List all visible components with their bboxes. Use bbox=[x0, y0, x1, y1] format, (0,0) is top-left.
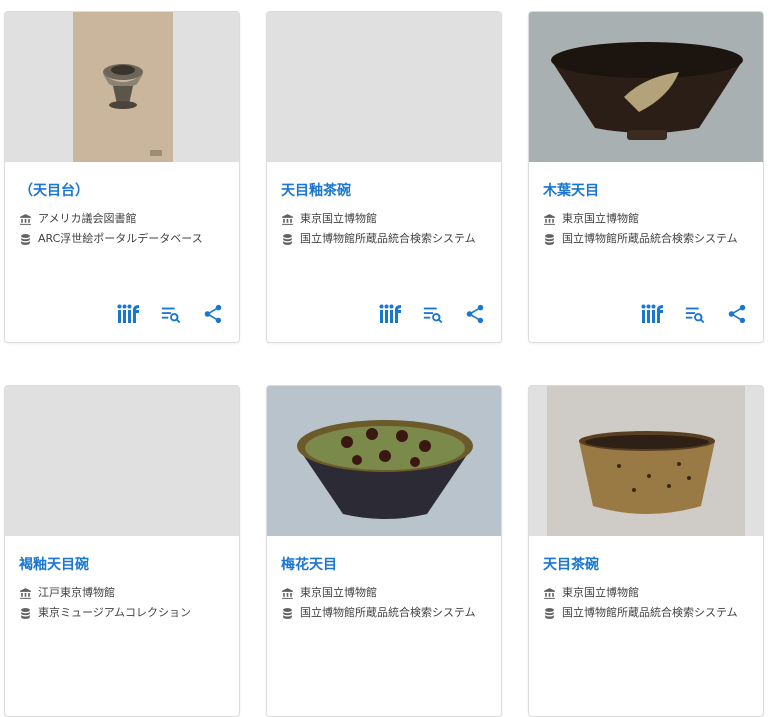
list-search-icon[interactable] bbox=[159, 302, 183, 326]
institution-row: 東京国立博物館 bbox=[281, 584, 491, 602]
card-title[interactable]: 木葉天目 bbox=[543, 180, 599, 200]
database-icon bbox=[281, 604, 295, 622]
database-row: 国立博物館所蔵品統合検索システム bbox=[281, 230, 491, 248]
database-name: 国立博物館所蔵品統合検索システム bbox=[300, 606, 476, 619]
card-actions bbox=[641, 302, 749, 326]
database-row: ARC浮世絵ポータルデータベース bbox=[19, 230, 229, 248]
result-card[interactable]: 天目茶碗 東京国立博物館 国立博物館所蔵品統合検索システム bbox=[528, 385, 764, 717]
card-thumbnail[interactable] bbox=[529, 386, 763, 536]
result-card[interactable]: 天目釉茶碗 東京国立博物館 国立博物館所蔵品統合検索システム bbox=[266, 11, 502, 343]
institution-row: アメリカ議会図書館 bbox=[19, 210, 229, 228]
iiif-icon[interactable] bbox=[379, 302, 403, 326]
result-card[interactable]: 褐釉天目碗 江戸東京博物館 東京ミュージアムコレクション bbox=[4, 385, 240, 717]
tenmoku-chawan-image bbox=[529, 386, 763, 536]
baika-tenmoku-bowl-image bbox=[267, 386, 501, 536]
share-icon[interactable] bbox=[725, 302, 749, 326]
institution-name: 江戸東京博物館 bbox=[38, 586, 115, 599]
card-thumbnail[interactable] bbox=[5, 12, 239, 162]
card-title[interactable]: 褐釉天目碗 bbox=[19, 554, 89, 574]
card-title[interactable]: 天目釉茶碗 bbox=[281, 180, 351, 200]
card-title[interactable]: 梅花天目 bbox=[281, 554, 337, 574]
list-search-icon[interactable] bbox=[683, 302, 707, 326]
tenmokudai-print-image bbox=[5, 12, 239, 162]
database-row: 東京ミュージアムコレクション bbox=[19, 604, 229, 622]
museum-icon bbox=[543, 584, 557, 602]
list-search-icon[interactable] bbox=[421, 302, 445, 326]
museum-icon bbox=[281, 584, 295, 602]
database-name: 国立博物館所蔵品統合検索システム bbox=[562, 232, 738, 245]
result-card[interactable]: 木葉天目 東京国立博物館 国立博物館所蔵品統合検索システム bbox=[528, 11, 764, 343]
institution-name: 東京国立博物館 bbox=[562, 212, 639, 225]
database-name: 東京ミュージアムコレクション bbox=[38, 606, 192, 619]
database-row: 国立博物館所蔵品統合検索システム bbox=[281, 604, 491, 622]
card-thumbnail[interactable] bbox=[267, 386, 501, 536]
institution-row: 江戸東京博物館 bbox=[19, 584, 229, 602]
museum-icon bbox=[281, 210, 295, 228]
institution-name: アメリカ議会図書館 bbox=[38, 212, 137, 225]
database-name: ARC浮世絵ポータルデータベース bbox=[38, 232, 203, 245]
share-icon[interactable] bbox=[463, 302, 487, 326]
database-row: 国立博物館所蔵品統合検索システム bbox=[543, 604, 753, 622]
database-icon bbox=[281, 230, 295, 248]
institution-row: 東京国立博物館 bbox=[543, 584, 753, 602]
iiif-icon[interactable] bbox=[641, 302, 665, 326]
institution-row: 東京国立博物館 bbox=[543, 210, 753, 228]
database-icon bbox=[19, 604, 33, 622]
database-name: 国立博物館所蔵品統合検索システム bbox=[300, 232, 476, 245]
card-thumbnail[interactable] bbox=[529, 12, 763, 162]
museum-icon bbox=[19, 210, 33, 228]
result-card[interactable]: （天目台） アメリカ議会図書館 ARC浮世絵ポータルデータベース bbox=[4, 11, 240, 343]
database-icon bbox=[543, 604, 557, 622]
card-thumbnail-placeholder[interactable] bbox=[267, 12, 501, 162]
konoha-tenmoku-bowl-image bbox=[529, 12, 763, 162]
card-actions bbox=[117, 302, 225, 326]
database-row: 国立博物館所蔵品統合検索システム bbox=[543, 230, 753, 248]
database-icon bbox=[19, 230, 33, 248]
institution-row: 東京国立博物館 bbox=[281, 210, 491, 228]
database-icon bbox=[543, 230, 557, 248]
database-name: 国立博物館所蔵品統合検索システム bbox=[562, 606, 738, 619]
institution-name: 東京国立博物館 bbox=[300, 586, 377, 599]
museum-icon bbox=[543, 210, 557, 228]
card-title[interactable]: 天目茶碗 bbox=[543, 554, 599, 574]
iiif-icon[interactable] bbox=[117, 302, 141, 326]
card-actions bbox=[379, 302, 487, 326]
institution-name: 東京国立博物館 bbox=[562, 586, 639, 599]
result-card[interactable]: 梅花天目 東京国立博物館 国立博物館所蔵品統合検索システム bbox=[266, 385, 502, 717]
institution-name: 東京国立博物館 bbox=[300, 212, 377, 225]
card-title[interactable]: （天目台） bbox=[19, 180, 89, 200]
share-icon[interactable] bbox=[201, 302, 225, 326]
museum-icon bbox=[19, 584, 33, 602]
card-thumbnail-placeholder[interactable] bbox=[5, 386, 239, 536]
